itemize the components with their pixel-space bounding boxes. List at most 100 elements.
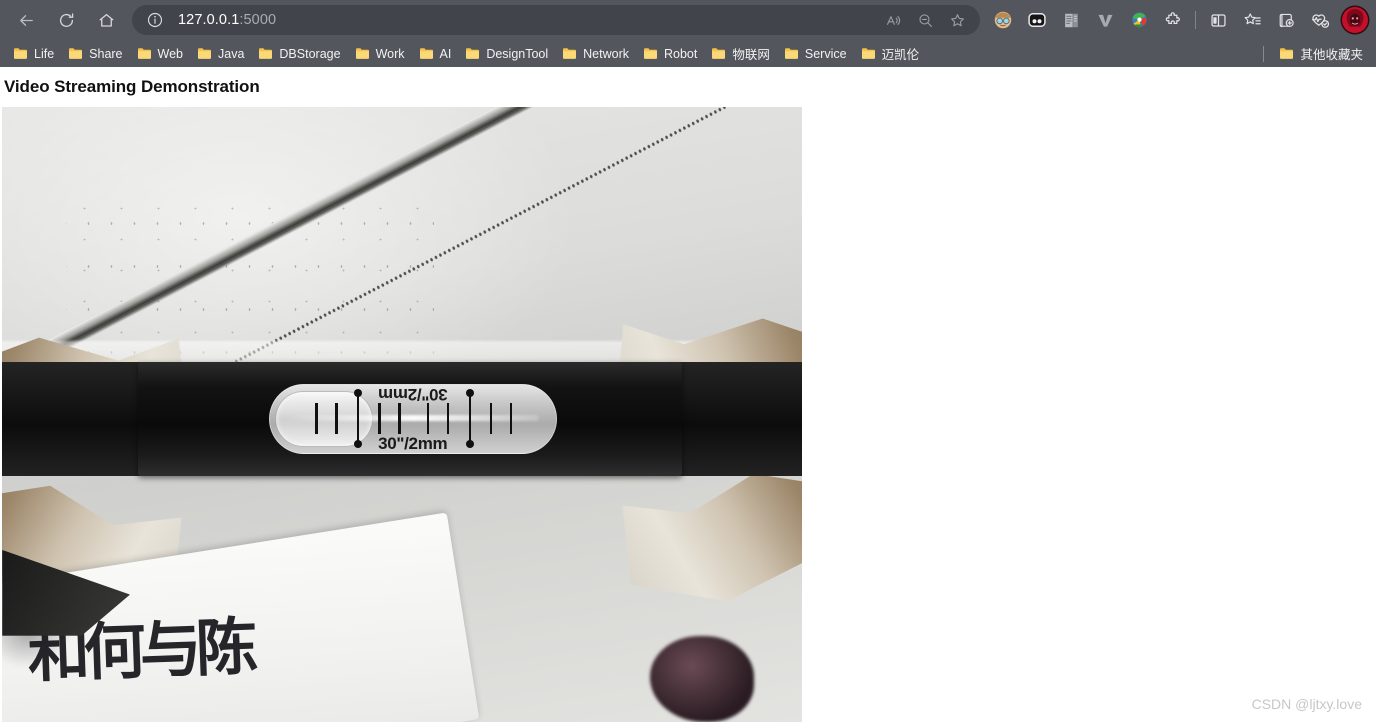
url-text: 127.0.0.1:5000 [178, 12, 878, 28]
bookmark-java[interactable]: Java [190, 45, 251, 63]
profile-face-extension-icon[interactable] [986, 4, 1020, 36]
v-letter-icon [1098, 14, 1112, 27]
folder-icon [466, 48, 480, 59]
split-screen-icon [1210, 13, 1226, 27]
bookmark-label: 物联网 [732, 48, 770, 62]
bookmark-robot[interactable]: Robot [636, 45, 704, 63]
bookmark-label: DBStorage [279, 46, 341, 61]
omnibox-actions [878, 7, 972, 33]
page-title: Video Streaming Demonstration [4, 77, 260, 96]
vial-tick [490, 402, 493, 435]
toolbar-separator [1195, 11, 1196, 29]
browser-essentials-icon [1311, 14, 1330, 28]
bookmark-ai[interactable]: AI [412, 45, 459, 63]
bookmark-label: Network [583, 46, 629, 61]
bookmark-label: Web [157, 46, 183, 61]
bookmarks-bar: Life Share Web Java DBStorage Work AI De… [0, 40, 1376, 67]
home-icon [99, 13, 113, 27]
idm-extension-icon[interactable] [1122, 4, 1156, 36]
video-stream[interactable]: 30"/2mm 30"/2mm 和何与陈 [2, 107, 802, 722]
read-aloud-icon [886, 15, 900, 25]
zoom-out-button[interactable] [910, 7, 940, 33]
bookmark-network[interactable]: Network [555, 45, 636, 63]
bookmark-web[interactable]: Web [130, 45, 190, 63]
folder-icon [784, 48, 798, 59]
document-extension-icon[interactable] [1054, 4, 1088, 36]
bookmark-label: Robot [664, 46, 698, 61]
bookmark-label: Java [218, 46, 245, 61]
vial-tick [398, 402, 401, 435]
bookmark-label: 迈凯伦 [881, 48, 920, 62]
browser-essentials-button[interactable] [1303, 4, 1337, 36]
vial-tick [378, 402, 381, 435]
folder-icon [1280, 48, 1294, 59]
bookmark-label: Work [375, 46, 405, 61]
add-favorite-button[interactable] [942, 7, 972, 33]
bookmark-label: Share [89, 46, 123, 61]
bookmark-mclaren[interactable]: 迈凯伦 [854, 42, 927, 65]
extensions-puzzle-icon [1165, 11, 1180, 24]
folder-icon [644, 48, 657, 59]
zoom-out-icon [918, 13, 932, 27]
refresh-icon [59, 12, 73, 27]
page-content: Video Streaming Demonstration 30"/2mm 30… [0, 67, 1376, 722]
address-bar[interactable]: 127.0.0.1:5000 [132, 5, 980, 35]
folder-icon [563, 48, 577, 59]
csdn-watermark: CSDN @ljtxy.love [1251, 696, 1362, 712]
folder-icon [69, 48, 83, 59]
dark-reader-extension-icon[interactable] [1020, 4, 1054, 36]
folder-icon [355, 48, 369, 59]
bookmark-label: DesignTool [486, 46, 549, 61]
folder-icon [712, 48, 726, 59]
folder-icon [137, 48, 151, 59]
bookmark-iot[interactable]: 物联网 [704, 42, 777, 65]
url-port: :5000 [239, 12, 277, 28]
split-screen-button[interactable] [1201, 4, 1235, 36]
back-button[interactable] [6, 4, 46, 36]
other-favorites-area: 其他收藏夹 [1259, 42, 1370, 65]
profile-avatar[interactable] [1340, 5, 1370, 35]
dark-object-blob [650, 635, 754, 722]
vial-tick [335, 402, 338, 435]
idm-globe-icon [1131, 11, 1147, 28]
bookmarks-separator [1263, 45, 1265, 62]
bookmark-service[interactable]: Service [777, 45, 854, 63]
bookmark-label: Life [34, 46, 55, 61]
vial-tick [447, 402, 450, 435]
read-aloud-button[interactable] [878, 7, 908, 33]
bookmark-work[interactable]: Work [348, 45, 412, 63]
vimium-extension-icon[interactable] [1088, 4, 1122, 36]
spirit-level-body: 30"/2mm 30"/2mm [138, 362, 682, 476]
folder-icon [861, 48, 875, 59]
bookmark-designtool[interactable]: DesignTool [458, 45, 555, 63]
extensions-button[interactable] [1156, 4, 1190, 36]
bookmark-items: Life Share Web Java DBStorage Work AI De… [6, 42, 1259, 65]
bookmark-label: 其他收藏夹 [1300, 48, 1363, 62]
extensions-strip [986, 4, 1156, 36]
bookmark-share[interactable]: Share [61, 45, 129, 63]
bookmark-dbstorage[interactable]: DBStorage [251, 45, 347, 63]
video-frame: 30"/2mm 30"/2mm 和何与陈 [2, 107, 802, 722]
home-button[interactable] [86, 4, 126, 36]
favorite-star-icon [950, 13, 964, 26]
bookmark-life[interactable]: Life [6, 45, 61, 63]
level-body-left [2, 362, 146, 476]
refresh-button[interactable] [46, 4, 86, 36]
vial-label: 30"/2mm [378, 434, 448, 454]
spirit-level-vial: 30"/2mm 30"/2mm [268, 383, 557, 455]
collections-icon [1279, 13, 1294, 27]
vial-label-mirrored: 30"/2mm [378, 384, 448, 404]
bookmark-label: Service [804, 46, 847, 61]
vial-tick-major [356, 393, 360, 444]
url-host: 127.0.0.1 [178, 12, 240, 28]
favorites-button[interactable] [1235, 4, 1269, 36]
browser-toolbar: 127.0.0.1:5000 [0, 0, 1376, 40]
toolbar-actions [1156, 4, 1337, 36]
vial-tick [315, 402, 318, 435]
bookmark-other-favorites[interactable]: 其他收藏夹 [1272, 42, 1370, 65]
face-glasses-icon [994, 11, 1012, 29]
vial-tick [510, 402, 513, 435]
folder-icon [419, 48, 433, 59]
favorites-icon [1244, 12, 1261, 24]
collections-button[interactable] [1269, 4, 1303, 36]
